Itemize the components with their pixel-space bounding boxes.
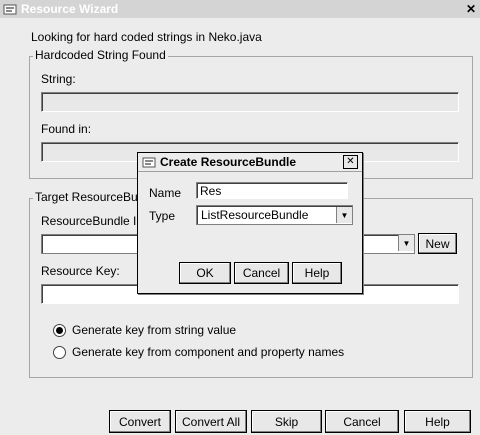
chevron-down-icon[interactable]: ▼ — [398, 235, 414, 251]
dialog-cancel-button[interactable]: Cancel — [234, 262, 289, 284]
convert-button[interactable]: Convert — [109, 410, 171, 433]
bundle-label: ResourceBundle I — [41, 214, 137, 228]
close-icon[interactable]: ✕ — [343, 155, 358, 169]
radio-option-component[interactable]: Generate key from component and property… — [53, 345, 344, 359]
radio-option-string[interactable]: Generate key from string value — [53, 323, 236, 337]
create-resourcebundle-dialog: Create ResourceBundle ✕ Name Res Type Li… — [137, 152, 363, 294]
skip-button[interactable]: Skip — [251, 410, 322, 433]
looking-text: Looking for hard coded strings in Neko.j… — [31, 30, 262, 44]
dialog-help-button[interactable]: Help — [292, 262, 342, 284]
cancel-button[interactable]: Cancel — [325, 410, 399, 433]
found-in-label: Found in: — [41, 122, 92, 136]
type-combo-value: ListResourceBundle — [201, 208, 309, 222]
help-button[interactable]: Help — [404, 410, 471, 433]
type-combo[interactable]: ListResourceBundle ▼ — [196, 205, 353, 225]
radio-button-string[interactable] — [53, 323, 66, 337]
target-group-title: Target ResourceBu — [33, 190, 140, 204]
name-field[interactable]: Res — [196, 182, 348, 199]
type-label: Type — [149, 209, 176, 223]
app-icon — [142, 157, 156, 167]
radio-button-component[interactable] — [53, 345, 66, 359]
chevron-down-icon[interactable]: ▼ — [336, 207, 352, 223]
string-label: String: — [41, 72, 76, 86]
radio-component-label: Generate key from component and property… — [72, 345, 345, 359]
convert-all-button[interactable]: Convert All — [175, 410, 247, 433]
radio-string-label: Generate key from string value — [72, 323, 237, 337]
string-field[interactable] — [41, 92, 459, 112]
resource-key-label: Resource Key: — [41, 264, 120, 278]
dialog-title-bar: Create ResourceBundle ✕ — [138, 153, 362, 172]
ok-button[interactable]: OK — [179, 262, 231, 284]
name-label: Name — [149, 186, 182, 200]
new-button[interactable]: New — [418, 233, 457, 254]
window-title: Resource Wizard — [21, 2, 119, 16]
close-icon[interactable]: ✕ — [464, 2, 478, 16]
title-bar: Resource Wizard ✕ — [0, 0, 480, 18]
hardcoded-string-group-title: Hardcoded String Found — [33, 48, 168, 62]
dialog-title: Create ResourceBundle — [160, 155, 297, 169]
app-icon — [3, 4, 17, 14]
